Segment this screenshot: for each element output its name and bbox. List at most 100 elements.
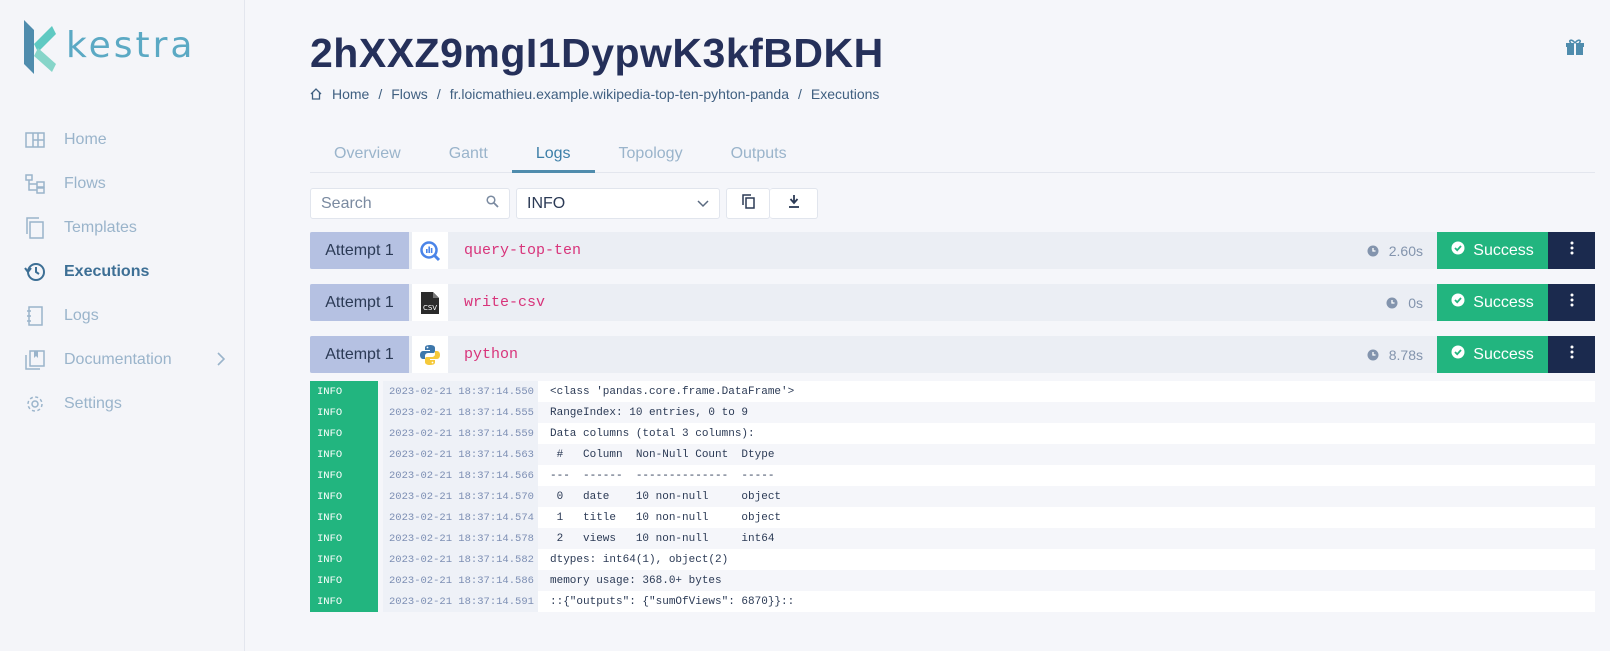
kestra-logo-icon — [24, 20, 56, 74]
log-line: INFO 2023-02-21 18:37:14.570 0 date 10 n… — [310, 486, 1595, 507]
log-message: # Column Non-Null Count Dtype — [538, 444, 1595, 465]
home-icon[interactable] — [310, 88, 322, 100]
breadcrumb-separator: / — [798, 86, 802, 102]
copy-logs-button[interactable] — [726, 188, 770, 219]
check-circle-icon — [1451, 293, 1465, 312]
breadcrumb-home[interactable]: Home — [332, 86, 369, 102]
sidebar-item-executions[interactable]: Executions — [0, 250, 245, 294]
download-icon — [788, 194, 800, 213]
attempt-label[interactable]: Attempt 1 — [310, 284, 409, 321]
task-run-row[interactable]: Attempt 1 query-top-ten 2.60s Success — [310, 232, 1595, 269]
download-logs-button[interactable] — [770, 188, 818, 219]
status-label: Success — [1473, 241, 1534, 259]
log-message: <class 'pandas.core.frame.DataFrame'> — [538, 381, 1595, 402]
log-message: memory usage: 368.0+ bytes — [538, 570, 1595, 591]
log-message: RangeIndex: 10 entries, 0 to 9 — [538, 402, 1595, 423]
sidebar-item-logs[interactable]: Logs — [0, 294, 245, 338]
book-icon — [24, 349, 46, 371]
breadcrumb-flow-id[interactable]: fr.loicmathieu.example.wikipedia-top-ten… — [450, 86, 789, 102]
log-level-badge: INFO — [310, 444, 378, 465]
status-success-button[interactable]: Success — [1437, 336, 1548, 373]
task-name: python — [464, 346, 519, 363]
home-grid-icon — [24, 129, 46, 151]
sidebar-item-label: Flows — [64, 175, 106, 192]
clock-icon — [1386, 297, 1398, 309]
log-level-badge: INFO — [310, 381, 378, 402]
task-menu-button[interactable] — [1548, 336, 1595, 373]
duration-value: 8.78s — [1388, 346, 1423, 363]
breadcrumb-separator: / — [378, 86, 383, 102]
log-timestamp: 2023-02-21 18:37:14.574 — [383, 507, 538, 528]
task-name: write-csv — [464, 294, 546, 311]
dots-vertical-icon — [1570, 293, 1574, 312]
tab-logs[interactable]: Logs — [511, 140, 595, 173]
sidebar-item-templates[interactable]: Templates — [0, 206, 245, 250]
search-placeholder: Search — [321, 194, 372, 212]
kestra-logo[interactable]: kestra — [24, 20, 195, 74]
log-level-badge: INFO — [310, 465, 378, 486]
sidebar: kestra Home Flows Templates Executions L… — [0, 0, 245, 651]
sidebar-item-flows[interactable]: Flows — [0, 162, 245, 206]
svg-text:CSV: CSV — [423, 304, 437, 312]
log-timestamp: 2023-02-21 18:37:14.582 — [383, 549, 538, 570]
flows-tree-icon — [24, 173, 46, 195]
check-circle-icon — [1451, 345, 1465, 364]
sidebar-item-documentation[interactable]: Documentation — [0, 338, 245, 382]
log-line: INFO 2023-02-21 18:37:14.559 Data column… — [310, 423, 1595, 444]
log-timestamp: 2023-02-21 18:37:14.566 — [383, 465, 538, 486]
log-message: 0 date 10 non-null object — [538, 486, 1595, 507]
attempt-label[interactable]: Attempt 1 — [310, 336, 409, 373]
tab-bar: Overview Gantt Logs Topology Outputs — [310, 140, 1595, 173]
log-timestamp: 2023-02-21 18:37:14.591 — [383, 591, 538, 612]
log-level-badge: INFO — [310, 570, 378, 591]
log-timestamp: 2023-02-21 18:37:14.570 — [383, 486, 538, 507]
task-run-row[interactable]: Attempt 1 python 8.78s Success — [310, 336, 1595, 373]
sidebar-item-label: Home — [64, 131, 107, 148]
log-line: INFO 2023-02-21 18:37:14.566 --- ------ … — [310, 465, 1595, 486]
log-message: --- ------ -------------- ----- — [538, 465, 1595, 486]
logo-text: kestra — [66, 24, 196, 66]
dots-vertical-icon — [1570, 345, 1574, 364]
clock-icon — [1367, 349, 1379, 361]
status-success-button[interactable]: Success — [1437, 284, 1548, 321]
tab-gantt[interactable]: Gantt — [425, 140, 512, 173]
task-duration: 0s — [1386, 284, 1423, 321]
log-message: 1 title 10 non-null object — [538, 507, 1595, 528]
log-level-select[interactable]: INFO — [516, 188, 720, 219]
dots-vertical-icon — [1570, 241, 1574, 260]
log-line: INFO 2023-02-21 18:37:14.574 1 title 10 … — [310, 507, 1595, 528]
chevron-down-icon — [697, 195, 709, 213]
sidebar-item-settings[interactable]: Settings — [0, 382, 245, 426]
log-level-badge: INFO — [310, 591, 378, 612]
log-level-badge: INFO — [310, 528, 378, 549]
sidebar-item-home[interactable]: Home — [0, 118, 245, 162]
python-icon — [412, 336, 448, 373]
status-success-button[interactable]: Success — [1437, 232, 1548, 269]
tab-topology[interactable]: Topology — [595, 140, 707, 173]
gift-icon[interactable] — [1565, 38, 1585, 61]
log-line: INFO 2023-02-21 18:37:14.578 2 views 10 … — [310, 528, 1595, 549]
task-duration: 8.78s — [1367, 336, 1423, 373]
sidebar-item-label: Templates — [64, 219, 137, 236]
breadcrumb-flows[interactable]: Flows — [391, 86, 428, 102]
attempt-label[interactable]: Attempt 1 — [310, 232, 409, 269]
page-title: 2hXXZ9mgI1DypwK3kfBDKH — [310, 30, 884, 76]
sidebar-nav: Home Flows Templates Executions Logs Doc… — [0, 118, 245, 426]
log-level-badge: INFO — [310, 549, 378, 570]
tab-outputs[interactable]: Outputs — [707, 140, 811, 173]
tab-overview[interactable]: Overview — [310, 140, 425, 173]
log-line: INFO 2023-02-21 18:37:14.563 # Column No… — [310, 444, 1595, 465]
duration-value: 2.60s — [1388, 242, 1423, 259]
notebook-icon — [24, 305, 46, 327]
breadcrumb-separator: / — [436, 86, 441, 102]
task-menu-button[interactable] — [1548, 284, 1595, 321]
search-icon — [486, 194, 499, 213]
log-timestamp: 2023-02-21 18:37:14.578 — [383, 528, 538, 549]
copy-icon — [741, 193, 755, 214]
task-run-row[interactable]: Attempt 1 CSV write-csv 0s Success — [310, 284, 1595, 321]
breadcrumb-executions[interactable]: Executions — [811, 86, 879, 102]
task-menu-button[interactable] — [1548, 232, 1595, 269]
log-timestamp: 2023-02-21 18:37:14.559 — [383, 423, 538, 444]
search-input[interactable]: Search — [310, 188, 510, 219]
log-level-value: INFO — [527, 194, 566, 212]
